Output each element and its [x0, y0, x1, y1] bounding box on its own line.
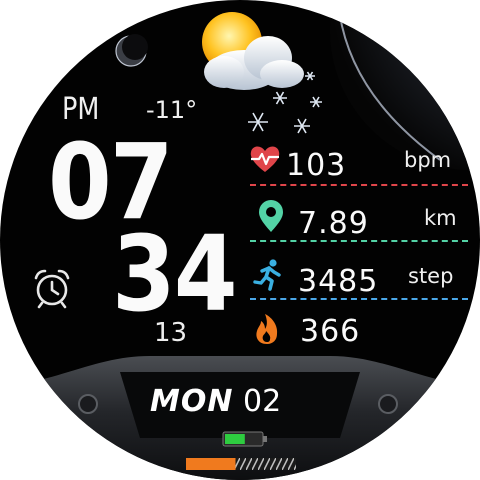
date-display[interactable]: MON 02: [150, 384, 281, 419]
day-of-month: 02: [243, 384, 282, 419]
watch-face: PM -11° 07 34 13 103 bpm 7.89 km 3485 st…: [0, 0, 480, 480]
weekday: MON: [150, 384, 234, 419]
progress-bar: [186, 458, 296, 470]
battery-icon[interactable]: [222, 428, 268, 450]
